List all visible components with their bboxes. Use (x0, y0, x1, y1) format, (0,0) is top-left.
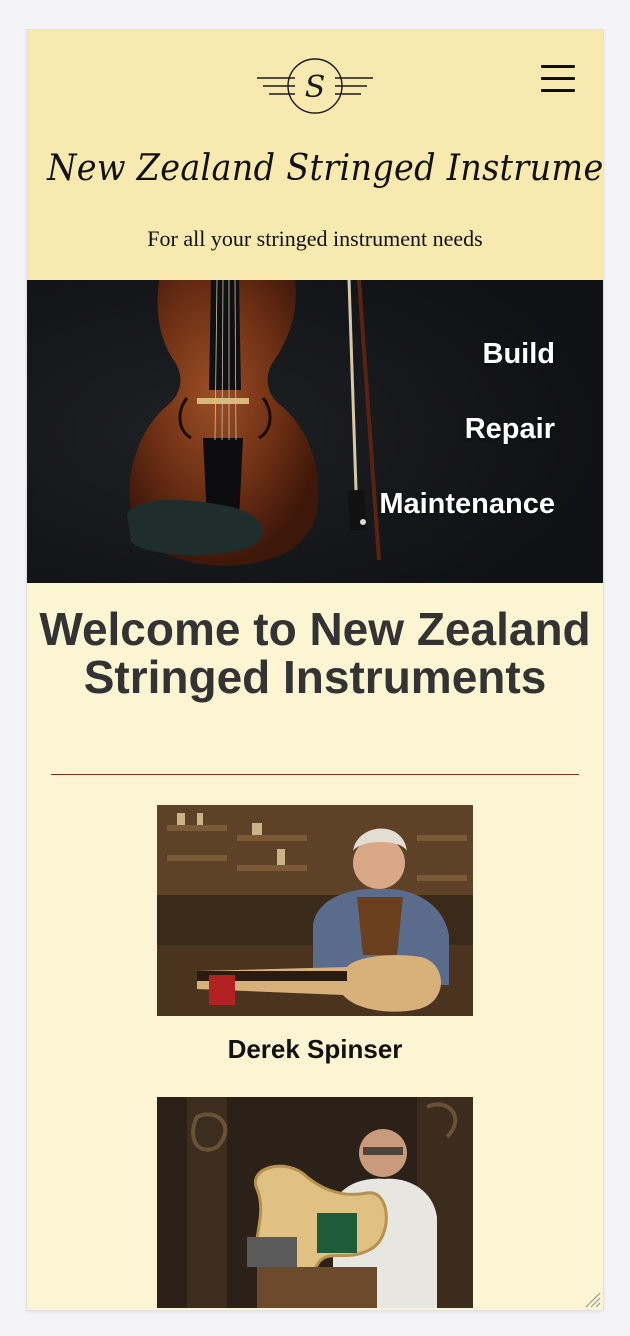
site-header: S New Zealand Stringed Instruments For a… (27, 30, 603, 280)
welcome-heading: Welcome to New Zealand Stringed Instrume… (39, 603, 591, 703)
tagline: For all your stringed instrument needs (147, 226, 483, 251)
nav-link-maintenance[interactable]: Maintenance (379, 488, 555, 521)
maker-name-derek: Derek Spinser (227, 1034, 403, 1064)
logo-letter: S (305, 70, 326, 105)
logo-icon[interactable]: S (255, 54, 375, 118)
nav-link-build[interactable]: Build (483, 338, 556, 371)
page-frame: S New Zealand Stringed Instruments For a… (27, 30, 603, 1310)
hamburger-menu-icon[interactable] (539, 60, 577, 98)
section-divider (51, 774, 579, 775)
maker-photo-second (157, 1097, 473, 1308)
resize-grip-icon[interactable] (583, 1290, 601, 1308)
maker-photo-derek (157, 805, 473, 1016)
site-title: New Zealand Stringed Instruments (47, 148, 603, 189)
nav-link-repair[interactable]: Repair (465, 413, 555, 446)
hero-banner: Build Repair Maintenance (27, 280, 603, 583)
